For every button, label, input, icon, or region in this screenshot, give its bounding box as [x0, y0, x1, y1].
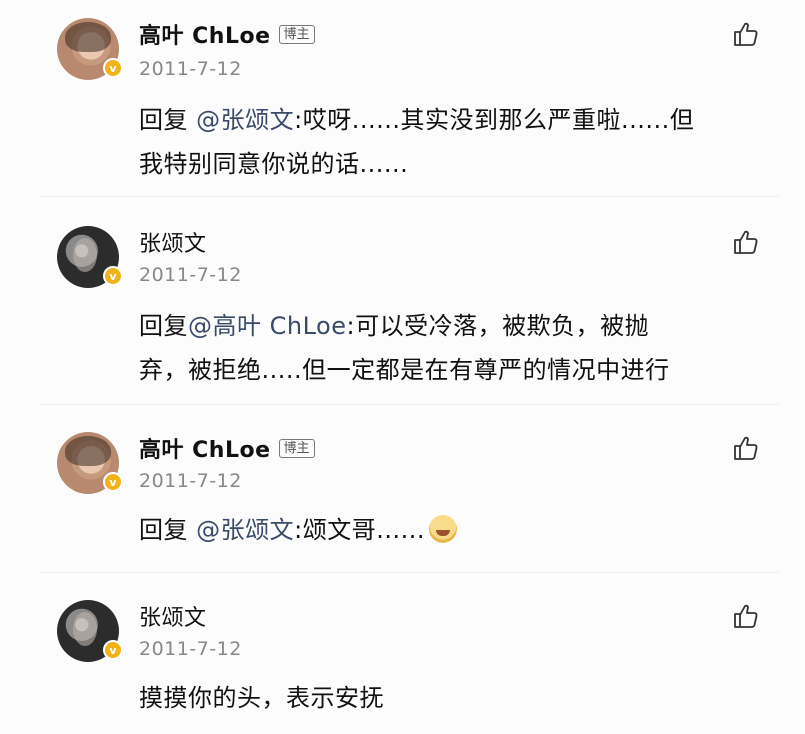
verified-icon: v — [103, 472, 123, 492]
divider — [40, 572, 780, 573]
comment-text-line1: 摸摸你的头，表示安抚 — [139, 684, 384, 712]
comment-date: 2011-7-12 — [139, 58, 242, 80]
thumbs-up-icon[interactable] — [731, 434, 759, 462]
comment-text-rest: :哎呀......其实没到那么严重啦......但 — [294, 106, 695, 134]
reply-prefix: 回复 — [139, 106, 197, 134]
mention-link[interactable]: @张颂文 — [196, 106, 294, 134]
username-link[interactable]: 高叶 ChLoe — [139, 432, 271, 464]
mention-link[interactable]: @张颂文 — [196, 516, 294, 544]
comment-date: 2011-7-12 — [139, 264, 242, 286]
comment-feed: v 高叶 ChLoe 博主 2011-7-12 回复 @张颂文:哎呀......… — [0, 0, 805, 734]
comment-header: 高叶 ChLoe 博主 — [139, 18, 315, 50]
username-link[interactable]: 张颂文 — [139, 600, 207, 632]
host-badge: 博主 — [278, 438, 315, 458]
avatar[interactable]: v — [57, 600, 123, 662]
thumbs-up-icon[interactable] — [731, 602, 759, 630]
comment-text-rest: :可以受冷落，被欺负，被抛 — [346, 312, 650, 340]
divider — [40, 196, 780, 197]
username-link[interactable]: 高叶 ChLoe — [139, 18, 271, 50]
thumbs-up-icon[interactable] — [731, 20, 759, 48]
comment-text-rest: :颂文哥...... — [294, 516, 425, 544]
username-link[interactable]: 张颂文 — [139, 226, 207, 258]
avatar[interactable]: v — [57, 432, 123, 494]
comment-text: 回复 @张颂文:哎呀......其实没到那么严重啦......但 我特别同意你说… — [139, 98, 769, 186]
verified-icon: v — [103, 58, 123, 78]
avatar[interactable]: v — [57, 226, 123, 288]
thumbs-up-icon[interactable] — [731, 228, 759, 256]
verified-icon: v — [103, 640, 123, 660]
avatar[interactable]: v — [57, 18, 123, 80]
comment-text: 回复@高叶 ChLoe:可以受冷落，被欺负，被抛 弃，被拒绝.....但一定都是… — [139, 304, 769, 392]
reply-prefix: 回复 — [139, 312, 188, 340]
reply-prefix: 回复 — [139, 516, 197, 544]
comment-text: 回复 @张颂文:颂文哥...... — [139, 508, 769, 552]
comment-header: 张颂文 — [139, 600, 207, 632]
comment-date: 2011-7-12 — [139, 638, 242, 660]
comment-text-line2: 我特别同意你说的话...... — [139, 150, 409, 178]
divider — [40, 404, 780, 405]
verified-icon: v — [103, 266, 123, 286]
host-badge: 博主 — [278, 24, 315, 44]
comment-header: 张颂文 — [139, 226, 207, 258]
crying-face-emoji-icon — [429, 515, 457, 543]
comment-text-line2: 弃，被拒绝.....但一定都是在有尊严的情况中进行 — [139, 356, 670, 384]
mention-link[interactable]: @高叶 ChLoe — [188, 312, 347, 340]
comment-date: 2011-7-12 — [139, 470, 242, 492]
comment-header: 高叶 ChLoe 博主 — [139, 432, 315, 464]
comment-text: 摸摸你的头，表示安抚 — [139, 676, 769, 720]
